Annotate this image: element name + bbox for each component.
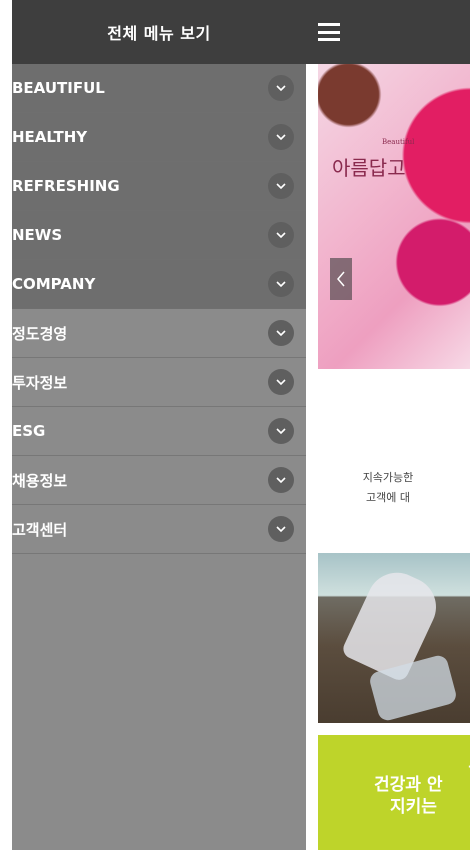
- hamburger-menu-icon[interactable]: [318, 23, 340, 41]
- menu-item-label: COMPANY: [12, 275, 96, 293]
- menu-item-label: BEAUTIFUL: [12, 79, 105, 97]
- top-bar: [306, 0, 470, 64]
- menu-item-beautiful[interactable]: BEAUTIFUL: [12, 64, 306, 113]
- menu-item-careers[interactable]: 채용정보: [12, 456, 306, 505]
- intro-line-1: 지속가능한: [362, 471, 414, 484]
- hero-small-text: Beautiful: [382, 138, 415, 146]
- menu-item-label: NEWS: [12, 226, 63, 244]
- menu-item-healthy[interactable]: HEALTHY: [12, 113, 306, 162]
- chevron-down-icon[interactable]: [268, 75, 294, 101]
- menu-item-label: ESG: [12, 422, 46, 440]
- menu-item-label: 고객센터: [12, 520, 68, 539]
- menu-item-investor[interactable]: 투자정보: [12, 358, 306, 407]
- menu-item-label: REFRESHING: [12, 177, 120, 195]
- menu-item-refreshing[interactable]: REFRESHING: [12, 162, 306, 211]
- chevron-down-icon[interactable]: [268, 222, 294, 248]
- menu-item-label: HEALTHY: [12, 128, 88, 146]
- green-line-2: 건강과 안: [374, 775, 443, 795]
- menu-item-label: 정도경영: [12, 324, 68, 343]
- chevron-down-icon[interactable]: [268, 124, 294, 150]
- carousel-prev-button[interactable]: [330, 258, 352, 300]
- drawer-title: 전체 메뉴 보기: [12, 0, 306, 64]
- esg-photo: [318, 553, 470, 723]
- hero-banner: Beautiful 아름답고: [318, 64, 470, 369]
- chevron-down-icon[interactable]: [268, 173, 294, 199]
- green-line-3: 지키는: [390, 797, 437, 817]
- chevron-down-icon[interactable]: [268, 418, 294, 444]
- menu-item-ethics[interactable]: 정도경영: [12, 309, 306, 358]
- chevron-down-icon[interactable]: [268, 516, 294, 542]
- menu-item-label: 채용정보: [12, 471, 68, 490]
- menu-item-news[interactable]: NEWS: [12, 211, 306, 260]
- green-banner[interactable]: 고 건강과 안 지키는: [318, 735, 470, 850]
- chevron-down-icon[interactable]: [268, 467, 294, 493]
- intro-line-2: 고객에 대: [366, 491, 410, 504]
- chevron-left-icon: [337, 271, 345, 287]
- menu-item-customer-center[interactable]: 고객센터: [12, 505, 306, 554]
- menu-item-company[interactable]: COMPANY: [12, 260, 306, 309]
- menu-item-label: 투자정보: [12, 373, 68, 392]
- menu-item-esg[interactable]: ESG: [12, 407, 306, 456]
- intro-text: 지속가능한 고객에 대: [306, 468, 470, 508]
- side-drawer: 전체 메뉴 보기 BEAUTIFUL HEALTHY REFRESHING NE…: [12, 0, 306, 850]
- hero-title: 아름답고: [332, 156, 406, 180]
- chevron-down-icon[interactable]: [268, 271, 294, 297]
- main-content: Beautiful 아름답고 지속가능한 고객에 대 고 건강과 안 지키는: [306, 0, 470, 850]
- chevron-down-icon[interactable]: [268, 320, 294, 346]
- chevron-down-icon[interactable]: [268, 369, 294, 395]
